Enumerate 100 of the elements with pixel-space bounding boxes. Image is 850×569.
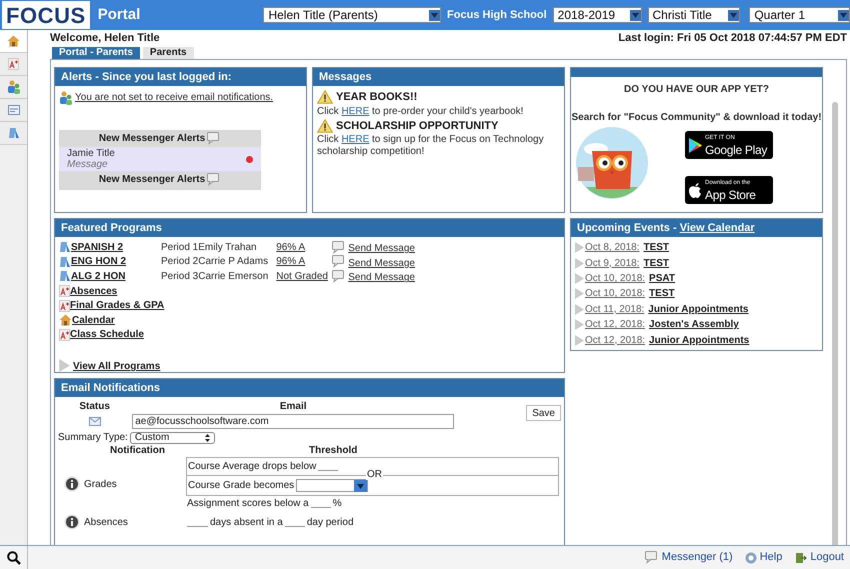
send-message-link[interactable]: Send Message bbox=[348, 241, 415, 256]
grade-select[interactable] bbox=[296, 479, 368, 492]
summary-type-select[interactable]: Custom bbox=[130, 432, 215, 444]
grade-link[interactable]: 96% A bbox=[276, 240, 332, 255]
tab[interactable]: Parents bbox=[142, 47, 194, 59]
grade-link[interactable]: Not Graded bbox=[276, 268, 332, 284]
chat-icon bbox=[644, 551, 659, 564]
envelope-icon bbox=[88, 417, 101, 426]
percent-sign: % bbox=[332, 497, 342, 511]
status-label: Status bbox=[79, 400, 110, 414]
message-preview: Message bbox=[67, 159, 109, 170]
threshold-text: day period bbox=[306, 516, 354, 530]
home-icon bbox=[59, 314, 72, 326]
notification-link[interactable]: You are not set to receive email notifications. bbox=[75, 90, 274, 105]
school-name: Focus High School bbox=[447, 8, 547, 23]
program-link[interactable]: SPANISH 2 bbox=[71, 240, 124, 255]
program-link[interactable]: Absences bbox=[70, 284, 118, 299]
send-message-link[interactable]: Send Message bbox=[348, 256, 415, 271]
view-calendar-link[interactable]: View Calendar bbox=[680, 220, 755, 236]
course-icon bbox=[59, 269, 71, 284]
event-link[interactable]: TEST bbox=[643, 256, 670, 271]
column-header: Notification bbox=[110, 445, 165, 457]
view-all-link[interactable]: View All Programs bbox=[73, 359, 160, 372]
play-icon bbox=[575, 272, 584, 284]
event-date[interactable]: Oct 10, 2018: bbox=[585, 286, 646, 302]
focus-logo: FOCUS bbox=[2, 1, 90, 29]
course-icon bbox=[59, 254, 71, 269]
help-link[interactable]: Help bbox=[744, 549, 782, 566]
message-text: Click HERE to pre-order your child's yearbook! bbox=[317, 106, 524, 118]
chart-icon bbox=[59, 300, 70, 312]
event-date[interactable]: Oct 12, 2018: bbox=[585, 332, 646, 348]
people-icon bbox=[6, 80, 20, 94]
panel-title: Upcoming Events - bbox=[577, 220, 678, 236]
student-select[interactable]: Christi Title bbox=[648, 7, 740, 23]
program-link[interactable]: ALG 2 HON bbox=[71, 268, 126, 284]
course-icon bbox=[59, 240, 71, 254]
sidebar-item[interactable] bbox=[0, 30, 27, 53]
event-link[interactable]: TEST bbox=[649, 286, 675, 302]
save-button[interactable]: Save bbox=[526, 405, 561, 421]
messenger-link[interactable]: Messenger (1) bbox=[644, 549, 733, 566]
here-link[interactable]: HERE bbox=[341, 134, 370, 145]
summary-type-label: Summary Type: bbox=[58, 431, 128, 445]
teacher-name: Emily Trahan bbox=[198, 240, 258, 255]
logout-link[interactable]: Logout bbox=[795, 549, 844, 566]
event-date[interactable]: Oct 9, 2018: bbox=[585, 256, 640, 271]
event-link[interactable]: Junior Appointments bbox=[649, 332, 750, 348]
badge-title: Google Play bbox=[705, 142, 768, 156]
event-link[interactable]: TEST bbox=[643, 240, 670, 256]
messenger-header: New Messenger Alerts bbox=[98, 173, 206, 187]
email-field[interactable]: ae@focusschoolsoftware.com bbox=[132, 414, 454, 429]
event-date[interactable]: Oct 12, 2018: bbox=[585, 317, 646, 332]
here-link[interactable]: HERE bbox=[341, 106, 370, 116]
people-icon bbox=[59, 90, 73, 104]
chat-icon bbox=[332, 270, 346, 283]
user-select[interactable]: Helen Title (Parents) bbox=[263, 7, 442, 23]
event-date[interactable]: Oct 10, 2018: bbox=[585, 270, 646, 286]
scrollbar-thumb[interactable] bbox=[832, 102, 838, 545]
program-link[interactable]: Final Grades & GPA bbox=[70, 298, 164, 314]
event-date[interactable]: Oct 11, 2018: bbox=[585, 302, 644, 317]
last-login: Last login: Fri 05 Oct 2018 07:44:57 PM EDT bbox=[618, 31, 847, 46]
or-text: OR bbox=[366, 469, 383, 480]
select-value: Quarter 1 bbox=[754, 7, 806, 24]
info-icon bbox=[64, 476, 80, 492]
message-row[interactable]: Jamie Title Message bbox=[59, 147, 261, 171]
program-link[interactable]: ENG HON 2 bbox=[71, 254, 126, 270]
event-link[interactable]: Junior Appointments bbox=[648, 302, 748, 317]
program-link[interactable]: Class Schedule bbox=[70, 327, 144, 342]
play-icon bbox=[575, 242, 584, 254]
chat-icon bbox=[207, 132, 222, 145]
panel-title: Messages bbox=[319, 70, 372, 85]
period-label: Period 3 bbox=[161, 270, 198, 284]
program-link[interactable]: Calendar bbox=[72, 312, 115, 328]
app-text: Search for "Focus Community" & download it today! bbox=[571, 111, 822, 125]
messenger-header: New Messenger Alerts bbox=[98, 132, 206, 146]
event-link[interactable]: Josten's Assembly bbox=[649, 317, 739, 332]
notification-label: Grades bbox=[84, 478, 117, 492]
teacher-name: Carrie Emerson bbox=[198, 270, 270, 284]
year-select[interactable]: 2018-2019 bbox=[552, 7, 642, 23]
warning-icon bbox=[317, 118, 333, 133]
threshold-text: Assignment scores below a bbox=[187, 497, 309, 511]
play-icon bbox=[689, 138, 702, 152]
tab[interactable]: Portal - Parents bbox=[52, 47, 140, 59]
play-icon bbox=[575, 288, 584, 300]
send-message-link[interactable]: Send Message bbox=[348, 270, 415, 286]
term-select[interactable]: Quarter 1 bbox=[749, 7, 850, 23]
play-icon bbox=[575, 334, 584, 346]
event-link[interactable]: PSAT bbox=[649, 270, 675, 286]
message-heading: YEAR BOOKS!! bbox=[336, 90, 418, 105]
event-date[interactable]: Oct 8, 2018: bbox=[585, 240, 640, 256]
message-heading: SCHOLARSHIP OPPORTUNITY bbox=[336, 118, 498, 134]
home-icon bbox=[7, 35, 20, 47]
exit-icon bbox=[795, 552, 808, 564]
portal-title: Portal bbox=[98, 4, 142, 25]
grade-link[interactable]: 96% A bbox=[276, 254, 332, 270]
badge-title: App Store bbox=[705, 188, 756, 202]
chat-icon bbox=[332, 255, 346, 268]
teacher-name: Carrie P Adams bbox=[198, 255, 270, 270]
caret-icon bbox=[838, 10, 849, 20]
chat-icon bbox=[332, 240, 346, 254]
period-label: Period 2 bbox=[161, 255, 198, 270]
